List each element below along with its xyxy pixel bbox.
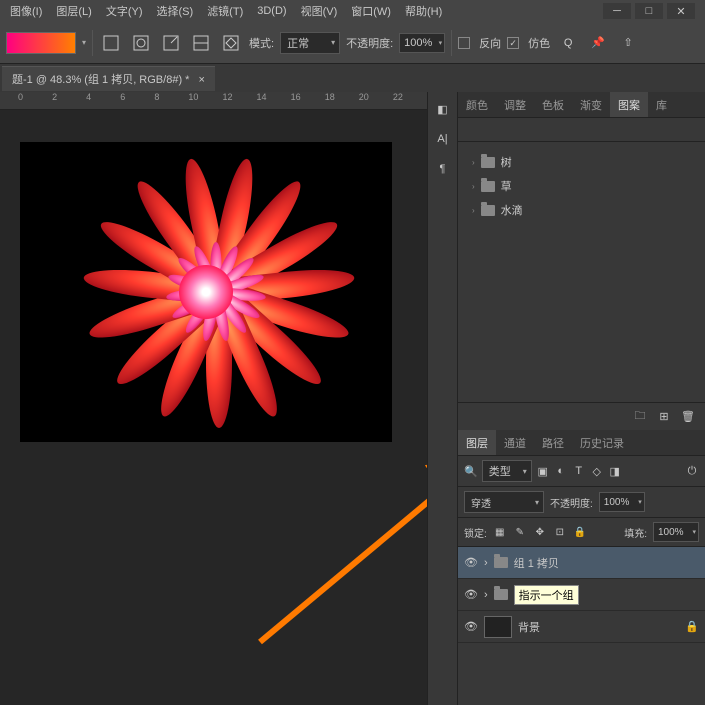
annotation-arrow bbox=[240, 432, 427, 652]
layer-thumbnail bbox=[484, 616, 512, 638]
filter-shape-icon[interactable]: ◇ bbox=[590, 464, 604, 478]
layer-filter-row: 🔍 类型 ▣ ◐ T ◇ ◨ ⏻ bbox=[458, 456, 705, 487]
new-item-icon[interactable]: ⊞ bbox=[657, 410, 671, 424]
collapsed-panels: ◧ A| ¶ bbox=[427, 92, 457, 705]
mode-label: 模式: bbox=[249, 35, 274, 51]
layer-blend-row: 穿透 不透明度: 100% bbox=[458, 487, 705, 518]
layer-list: 👁 › 组 1 拷贝 👁 › 指示一个组 👁 背景 🔒 bbox=[458, 547, 705, 705]
menu-window[interactable]: 窗口(W) bbox=[345, 1, 397, 21]
dither-label: 仿色 bbox=[528, 35, 550, 51]
opacity2-label: 不透明度: bbox=[550, 495, 593, 510]
pattern-list: ›树 ›草 ›水滴 bbox=[458, 142, 705, 402]
folder-icon bbox=[494, 589, 508, 600]
visibility-icon[interactable]: 👁 bbox=[464, 588, 478, 601]
layer-background[interactable]: 👁 背景 🔒 bbox=[458, 611, 705, 643]
fill-input[interactable]: 100% bbox=[653, 522, 699, 542]
trash-icon[interactable]: 🗑 bbox=[681, 410, 695, 424]
tab-layers[interactable]: 图层 bbox=[458, 430, 496, 455]
tab-history[interactable]: 历史记录 bbox=[572, 430, 632, 455]
layer-group-copy[interactable]: 👁 › 组 1 拷贝 bbox=[458, 547, 705, 579]
pattern-folder-grass[interactable]: ›草 bbox=[462, 174, 701, 198]
close-button[interactable]: ✕ bbox=[667, 3, 695, 19]
visibility-icon[interactable]: 👁 bbox=[464, 556, 478, 569]
artwork-flower bbox=[66, 152, 346, 432]
menu-type[interactable]: 文字(Y) bbox=[100, 1, 149, 21]
filter-type-icon[interactable]: T bbox=[572, 464, 586, 478]
pin-icon[interactable]: 📌 bbox=[586, 31, 610, 55]
filter-toggle[interactable]: ⏻ bbox=[685, 464, 699, 478]
visibility-icon[interactable]: 👁 bbox=[464, 620, 478, 633]
reverse-label: 反向 bbox=[479, 35, 501, 51]
layer-panel-tabs: 图层 通道 路径 历史记录 bbox=[458, 430, 705, 456]
pattern-folder-tree[interactable]: ›树 bbox=[462, 150, 701, 174]
para-panel-icon[interactable]: ¶ bbox=[436, 162, 450, 176]
tooltip: 指示一个组 bbox=[514, 585, 579, 605]
opacity-label: 不透明度: bbox=[346, 35, 393, 51]
reverse-checkbox[interactable] bbox=[458, 37, 470, 49]
pattern-folder-water[interactable]: ›水滴 bbox=[462, 198, 701, 222]
menu-select[interactable]: 选择(S) bbox=[151, 1, 200, 21]
menu-image[interactable]: 图像(I) bbox=[4, 1, 48, 21]
lock-pos-icon[interactable]: ✥ bbox=[533, 525, 547, 539]
layer-group[interactable]: 👁 › 指示一个组 bbox=[458, 579, 705, 611]
folder-icon bbox=[481, 157, 495, 168]
lock-label: 锁定: bbox=[464, 525, 487, 540]
tab-color[interactable]: 颜色 bbox=[458, 92, 496, 117]
lock-all-icon[interactable]: 🔒 bbox=[573, 525, 587, 539]
tab-paths[interactable]: 路径 bbox=[534, 430, 572, 455]
gradient-reflected-icon[interactable] bbox=[189, 31, 213, 55]
layer-filter-select[interactable]: 类型 bbox=[482, 460, 532, 482]
filter-smart-icon[interactable]: ◨ bbox=[608, 464, 622, 478]
canvas[interactable] bbox=[20, 142, 392, 442]
lock-icon: 🔒 bbox=[685, 620, 699, 633]
canvas-area: 0246810121416182022 bbox=[0, 92, 427, 705]
fill-label: 填充: bbox=[624, 525, 647, 540]
filter-image-icon[interactable]: ▣ bbox=[536, 464, 550, 478]
new-folder-icon[interactable]: 🗀 bbox=[633, 410, 647, 424]
search-icon[interactable]: Q bbox=[556, 31, 580, 55]
tab-channels[interactable]: 通道 bbox=[496, 430, 534, 455]
menu-help[interactable]: 帮助(H) bbox=[399, 1, 448, 21]
layer-blend-select[interactable]: 穿透 bbox=[464, 491, 544, 513]
tab-library[interactable]: 库 bbox=[648, 92, 675, 117]
blend-mode-select[interactable]: 正常 bbox=[280, 32, 340, 54]
menu-view[interactable]: 视图(V) bbox=[295, 1, 344, 21]
tab-adjust[interactable]: 调整 bbox=[496, 92, 534, 117]
char-panel-icon[interactable]: A| bbox=[436, 132, 450, 146]
dither-checkbox[interactable] bbox=[507, 37, 519, 49]
horizontal-ruler: 0246810121416182022 bbox=[0, 92, 427, 110]
tab-gradient[interactable]: 渐变 bbox=[572, 92, 610, 117]
pattern-footer: 🗀 ⊞ 🗑 bbox=[458, 402, 705, 430]
document-tabs: 题-1 @ 48.3% (组 1 拷贝, RGB/8#) * × bbox=[0, 64, 705, 92]
share-icon[interactable]: ⇧ bbox=[616, 31, 640, 55]
gradient-diamond-icon[interactable] bbox=[219, 31, 243, 55]
lock-artboard-icon[interactable]: ⊡ bbox=[553, 525, 567, 539]
lock-paint-icon[interactable]: ✎ bbox=[513, 525, 527, 539]
opacity-input[interactable]: 100% bbox=[399, 33, 445, 53]
gradient-angle-icon[interactable] bbox=[159, 31, 183, 55]
right-panels: 颜色 调整 色板 渐变 图案 库 ›树 ›草 ›水滴 🗀 ⊞ 🗑 图层 通道 路… bbox=[457, 92, 705, 705]
gradient-radial-icon[interactable] bbox=[129, 31, 153, 55]
document-tab[interactable]: 题-1 @ 48.3% (组 1 拷贝, RGB/8#) * × bbox=[2, 66, 215, 91]
tab-pattern[interactable]: 图案 bbox=[610, 92, 648, 117]
color-panel-tabs: 颜色 调整 色板 渐变 图案 库 bbox=[458, 92, 705, 118]
minimize-button[interactable]: ─ bbox=[603, 3, 631, 19]
swatch-panel-icon[interactable]: ◧ bbox=[436, 102, 450, 116]
layer-opacity-input[interactable]: 100% bbox=[599, 492, 645, 512]
menu-filter[interactable]: 滤镜(T) bbox=[201, 1, 249, 21]
menu-bar: 图像(I) 图层(L) 文字(Y) 选择(S) 滤镜(T) 3D(D) 视图(V… bbox=[0, 0, 705, 22]
filter-adjust-icon[interactable]: ◐ bbox=[554, 464, 568, 478]
maximize-button[interactable]: □ bbox=[635, 3, 663, 19]
menu-layer[interactable]: 图层(L) bbox=[50, 1, 97, 21]
lock-trans-icon[interactable]: ▦ bbox=[493, 525, 507, 539]
tab-swatch[interactable]: 色板 bbox=[534, 92, 572, 117]
gradient-preview[interactable] bbox=[6, 32, 76, 54]
folder-icon bbox=[494, 557, 508, 568]
folder-icon bbox=[481, 205, 495, 216]
layer-lock-row: 锁定: ▦ ✎ ✥ ⊡ 🔒 填充: 100% bbox=[458, 518, 705, 547]
menu-3d[interactable]: 3D(D) bbox=[251, 3, 292, 19]
gradient-linear-icon[interactable] bbox=[99, 31, 123, 55]
options-bar: ▾ 模式: 正常 不透明度: 100% 反向 仿色 Q 📌 ⇧ bbox=[0, 22, 705, 64]
folder-icon bbox=[481, 181, 495, 192]
